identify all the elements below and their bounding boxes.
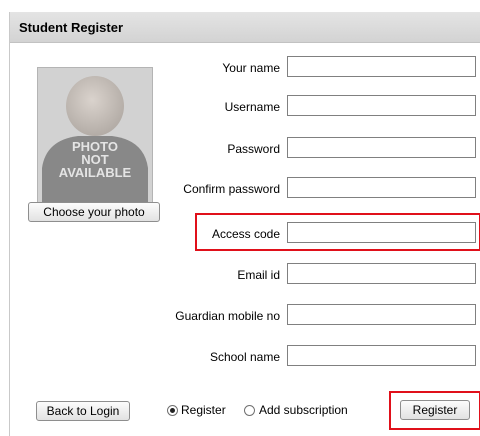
access-code-field[interactable]	[287, 222, 476, 243]
confirm-password-label: Confirm password	[183, 182, 280, 196]
choose-photo-button[interactable]: Choose your photo	[28, 202, 160, 222]
confirm-password-field[interactable]	[287, 177, 476, 198]
username-field[interactable]	[287, 95, 476, 116]
register-window: Student Register PHOTO NOT AVAILABLE Cho…	[9, 12, 480, 436]
username-label: Username	[224, 100, 280, 114]
school-name-label: School name	[209, 350, 280, 364]
password-field[interactable]	[287, 137, 476, 158]
title-bar: Student Register	[10, 12, 480, 43]
email-id-field[interactable]	[287, 263, 476, 284]
school-name-field[interactable]	[287, 345, 476, 366]
guardian-mobile-field[interactable]	[287, 304, 476, 325]
register-button[interactable]: Register	[400, 400, 470, 420]
window-title: Student Register	[19, 20, 124, 35]
your-name-label: Your name	[222, 61, 280, 75]
register-radio-label: Register	[181, 403, 226, 417]
add-subscription-radio-label: Add subscription	[259, 403, 348, 417]
add-subscription-radio[interactable]	[244, 405, 255, 416]
guardian-mobile-label: Guardian mobile no	[175, 309, 280, 323]
photo-text-line: AVAILABLE	[58, 165, 132, 180]
register-radio[interactable]	[167, 405, 178, 416]
your-name-field[interactable]	[287, 56, 476, 77]
access-code-label: Access code	[211, 227, 280, 241]
password-label: Password	[227, 142, 280, 156]
email-id-label: Email id	[237, 268, 280, 282]
back-to-login-button[interactable]: Back to Login	[36, 401, 130, 421]
